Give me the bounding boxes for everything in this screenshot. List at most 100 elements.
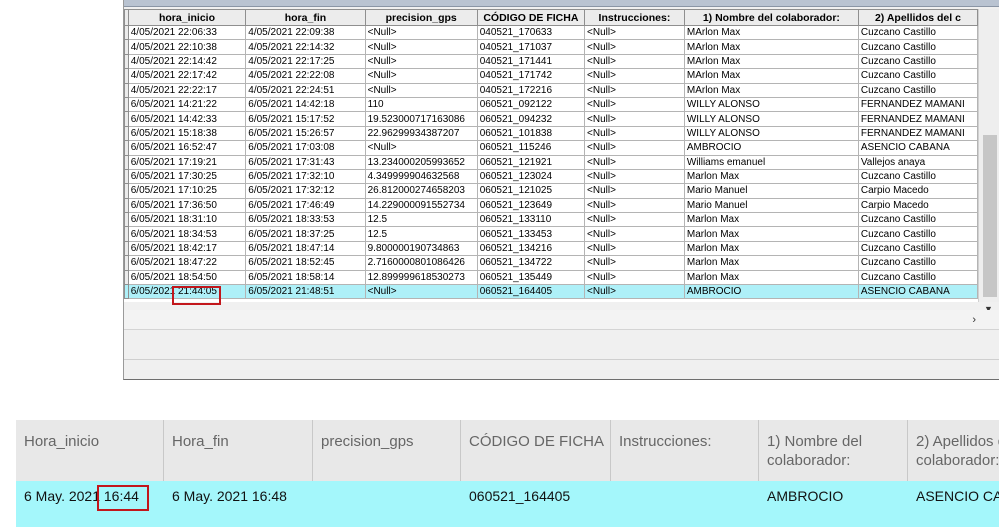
grid-cell[interactable]: <Null> (364, 140, 478, 156)
vertical-scroll-thumb[interactable] (983, 135, 997, 297)
grid-cell[interactable]: 6/05/2021 17:30:25 (127, 168, 247, 185)
grid-cell[interactable]: 12.5 (364, 226, 478, 242)
grid-cell[interactable]: 040521_170633 (476, 24, 586, 41)
grid-cell[interactable]: 4/05/2021 22:22:17 (127, 82, 247, 98)
grid-cell[interactable]: 13.234000205993652 (364, 154, 478, 170)
grid-cell[interactable]: Carpio Macedo (857, 183, 978, 199)
grid-cell[interactable]: 4/05/2021 22:24:51 (245, 82, 366, 98)
grid-cell[interactable]: 19.523000717163086 (364, 111, 478, 127)
grid-column-header[interactable]: 1) Nombre del colaborador: (683, 9, 859, 26)
grid-cell[interactable]: <Null> (584, 269, 685, 286)
grid-cell[interactable]: 4/05/2021 22:06:33 (127, 24, 247, 41)
grid-cell[interactable]: 6/05/2021 17:32:10 (245, 168, 366, 185)
grid-cell[interactable]: 060521_123024 (476, 168, 586, 185)
grid-cell[interactable]: 4/05/2021 22:22:08 (245, 68, 366, 84)
grid-cell[interactable]: 6/05/2021 16:52:47 (127, 140, 247, 156)
scroll-right-icon[interactable]: › (972, 314, 976, 326)
grid-row[interactable]: 6/05/2021 17:19:21 6/05/2021 17:31:43 13.2… (124, 154, 978, 170)
grid-cell[interactable]: <Null> (584, 240, 685, 257)
grid-cell[interactable]: Marlon Max (683, 240, 859, 257)
grid-cell[interactable]: 6/05/2021 18:47:22 (127, 255, 247, 271)
web-column-header[interactable]: CÓDIGO DE FICHA (469, 432, 605, 451)
grid-cell[interactable]: Cuzcano Castillo (857, 212, 978, 228)
grid-cell[interactable]: 6/05/2021 14:21:22 (127, 96, 247, 113)
grid-cell[interactable]: MArlon Max (683, 82, 859, 98)
grid-cell[interactable]: Cuzcano Castillo (857, 255, 978, 271)
grid-row[interactable]: 6/05/2021 17:10:25 6/05/2021 17:32:12 26.8… (124, 183, 978, 199)
grid-cell[interactable]: Mario Manuel (683, 197, 859, 214)
grid-cell[interactable]: 060521_133110 (476, 212, 586, 228)
grid-cell[interactable]: 6/05/2021 18:42:17 (127, 240, 247, 257)
grid-cell[interactable]: 2.7160000801086426 (364, 255, 478, 271)
grid-cell[interactable]: Carpio Macedo (857, 197, 978, 214)
grid-cell[interactable]: 12.5 (364, 212, 478, 228)
grid-row[interactable]: 6/05/2021 14:21:22 6/05/2021 14:42:18 110 0… (124, 96, 978, 113)
grid-cell[interactable]: 6/05/2021 18:47:14 (245, 240, 366, 257)
grid-column-header[interactable]: hora_inicio (127, 9, 247, 26)
grid-cell[interactable]: 6/05/2021 17:03:08 (245, 140, 366, 156)
grid-cell[interactable]: 040521_171742 (476, 68, 586, 84)
grid-cell[interactable]: ASENCIO CABANA (857, 140, 978, 156)
grid-row-selected[interactable]: 6/05/2021 21:44:05 6/05/2021 21:48:51 <Nul… (124, 284, 978, 300)
grid-cell[interactable]: 6/05/2021 17:46:49 (245, 197, 366, 214)
grid-cell[interactable]: 060521_121921 (476, 154, 586, 170)
grid-column-header[interactable]: Instrucciones: (584, 9, 685, 26)
grid-cell[interactable]: Cuzcano Castillo (857, 53, 978, 70)
grid-cell[interactable]: 4/05/2021 22:14:32 (245, 39, 366, 55)
grid-row[interactable]: 6/05/2021 18:47:22 6/05/2021 18:52:45 2.71… (124, 255, 978, 271)
grid-row[interactable]: 6/05/2021 17:36:50 6/05/2021 17:46:49 14.2… (124, 197, 978, 214)
grid-cell[interactable]: 060521_123649 (476, 197, 586, 214)
grid-row[interactable]: 4/05/2021 22:10:38 4/05/2021 22:14:32 <Nul… (124, 39, 978, 55)
grid-row[interactable]: 6/05/2021 16:52:47 6/05/2021 17:03:08 <Nul… (124, 140, 978, 156)
horizontal-scrollbar[interactable]: › (124, 310, 999, 330)
grid-cell[interactable]: FERNANDEZ MAMANI (857, 111, 978, 127)
grid-row[interactable]: 4/05/2021 22:06:33 4/05/2021 22:09:38 <Nul… (124, 24, 978, 41)
grid-cell[interactable]: 060521_094232 (476, 111, 586, 127)
grid-cell[interactable]: <Null> (364, 39, 478, 55)
web-column-header[interactable]: Hora_inicio (24, 432, 158, 451)
grid-row[interactable]: 4/05/2021 22:17:42 4/05/2021 22:22:08 <Nul… (124, 68, 978, 84)
grid-cell[interactable]: WILLY ALONSO (683, 111, 859, 127)
grid-cell[interactable]: ASENCIO CABANA (857, 284, 978, 300)
grid-cell[interactable]: 6/05/2021 14:42:33 (127, 111, 247, 127)
grid-cell[interactable]: 22.96299934387207 (364, 125, 478, 142)
grid-cell[interactable]: Cuzcano Castillo (857, 39, 978, 55)
grid-cell[interactable]: 060521_134722 (476, 255, 586, 271)
grid-column-header[interactable]: 2) Apellidos del c (857, 9, 978, 26)
grid-row[interactable]: 6/05/2021 18:42:17 6/05/2021 18:47:14 9.80… (124, 240, 978, 257)
grid-cell[interactable]: <Null> (584, 284, 685, 300)
grid-cell[interactable]: 060521_101838 (476, 125, 586, 142)
grid-cell[interactable]: 6/05/2021 14:42:18 (245, 96, 366, 113)
grid-cell[interactable]: <Null> (584, 212, 685, 228)
grid-cell[interactable]: AMBROCIO (683, 284, 859, 300)
grid-cell[interactable]: MArlon Max (683, 68, 859, 84)
grid-cell[interactable]: 4/05/2021 22:17:42 (127, 68, 247, 84)
grid-cell[interactable]: 6/05/2021 18:34:53 (127, 226, 247, 242)
grid-cell[interactable]: 6/05/2021 21:44:05 (127, 284, 247, 300)
web-column-header[interactable]: Instrucciones: (619, 432, 753, 451)
grid-cell[interactable]: <Null> (364, 68, 478, 84)
grid-cell[interactable]: 4/05/2021 22:17:25 (245, 53, 366, 70)
grid-row[interactable]: 4/05/2021 22:14:42 4/05/2021 22:17:25 <Nul… (124, 53, 978, 70)
grid-cell[interactable]: <Null> (584, 168, 685, 185)
grid-cell[interactable]: <Null> (584, 125, 685, 142)
grid-cell[interactable]: FERNANDEZ MAMANI (857, 96, 978, 113)
grid-cell[interactable]: 6/05/2021 18:33:53 (245, 212, 366, 228)
grid-cell[interactable]: 060521_121025 (476, 183, 586, 199)
grid-cell[interactable]: Marlon Max (683, 212, 859, 228)
grid-cell[interactable]: MArlon Max (683, 53, 859, 70)
grid-cell[interactable]: 6/05/2021 18:58:14 (245, 269, 366, 286)
grid-cell[interactable]: 6/05/2021 21:48:51 (245, 284, 366, 300)
web-column-header[interactable]: precision_gps (321, 432, 455, 451)
grid-cell[interactable]: Williams emanuel (683, 154, 859, 170)
grid-cell[interactable]: 12.899999618530273 (364, 269, 478, 286)
grid-cell[interactable]: WILLY ALONSO (683, 96, 859, 113)
grid-row[interactable]: 4/05/2021 22:22:17 4/05/2021 22:24:51 <Nul… (124, 82, 978, 98)
grid-cell[interactable]: 26.812000274658203 (364, 183, 478, 199)
grid-cell[interactable]: <Null> (584, 255, 685, 271)
grid-cell[interactable]: 9.800000190734863 (364, 240, 478, 257)
grid-cell[interactable]: 6/05/2021 15:26:57 (245, 125, 366, 142)
grid-cell[interactable]: 4/05/2021 22:09:38 (245, 24, 366, 41)
grid-column-header[interactable]: CÓDIGO DE FICHA (476, 9, 586, 26)
grid-cell[interactable]: 6/05/2021 17:31:43 (245, 154, 366, 170)
